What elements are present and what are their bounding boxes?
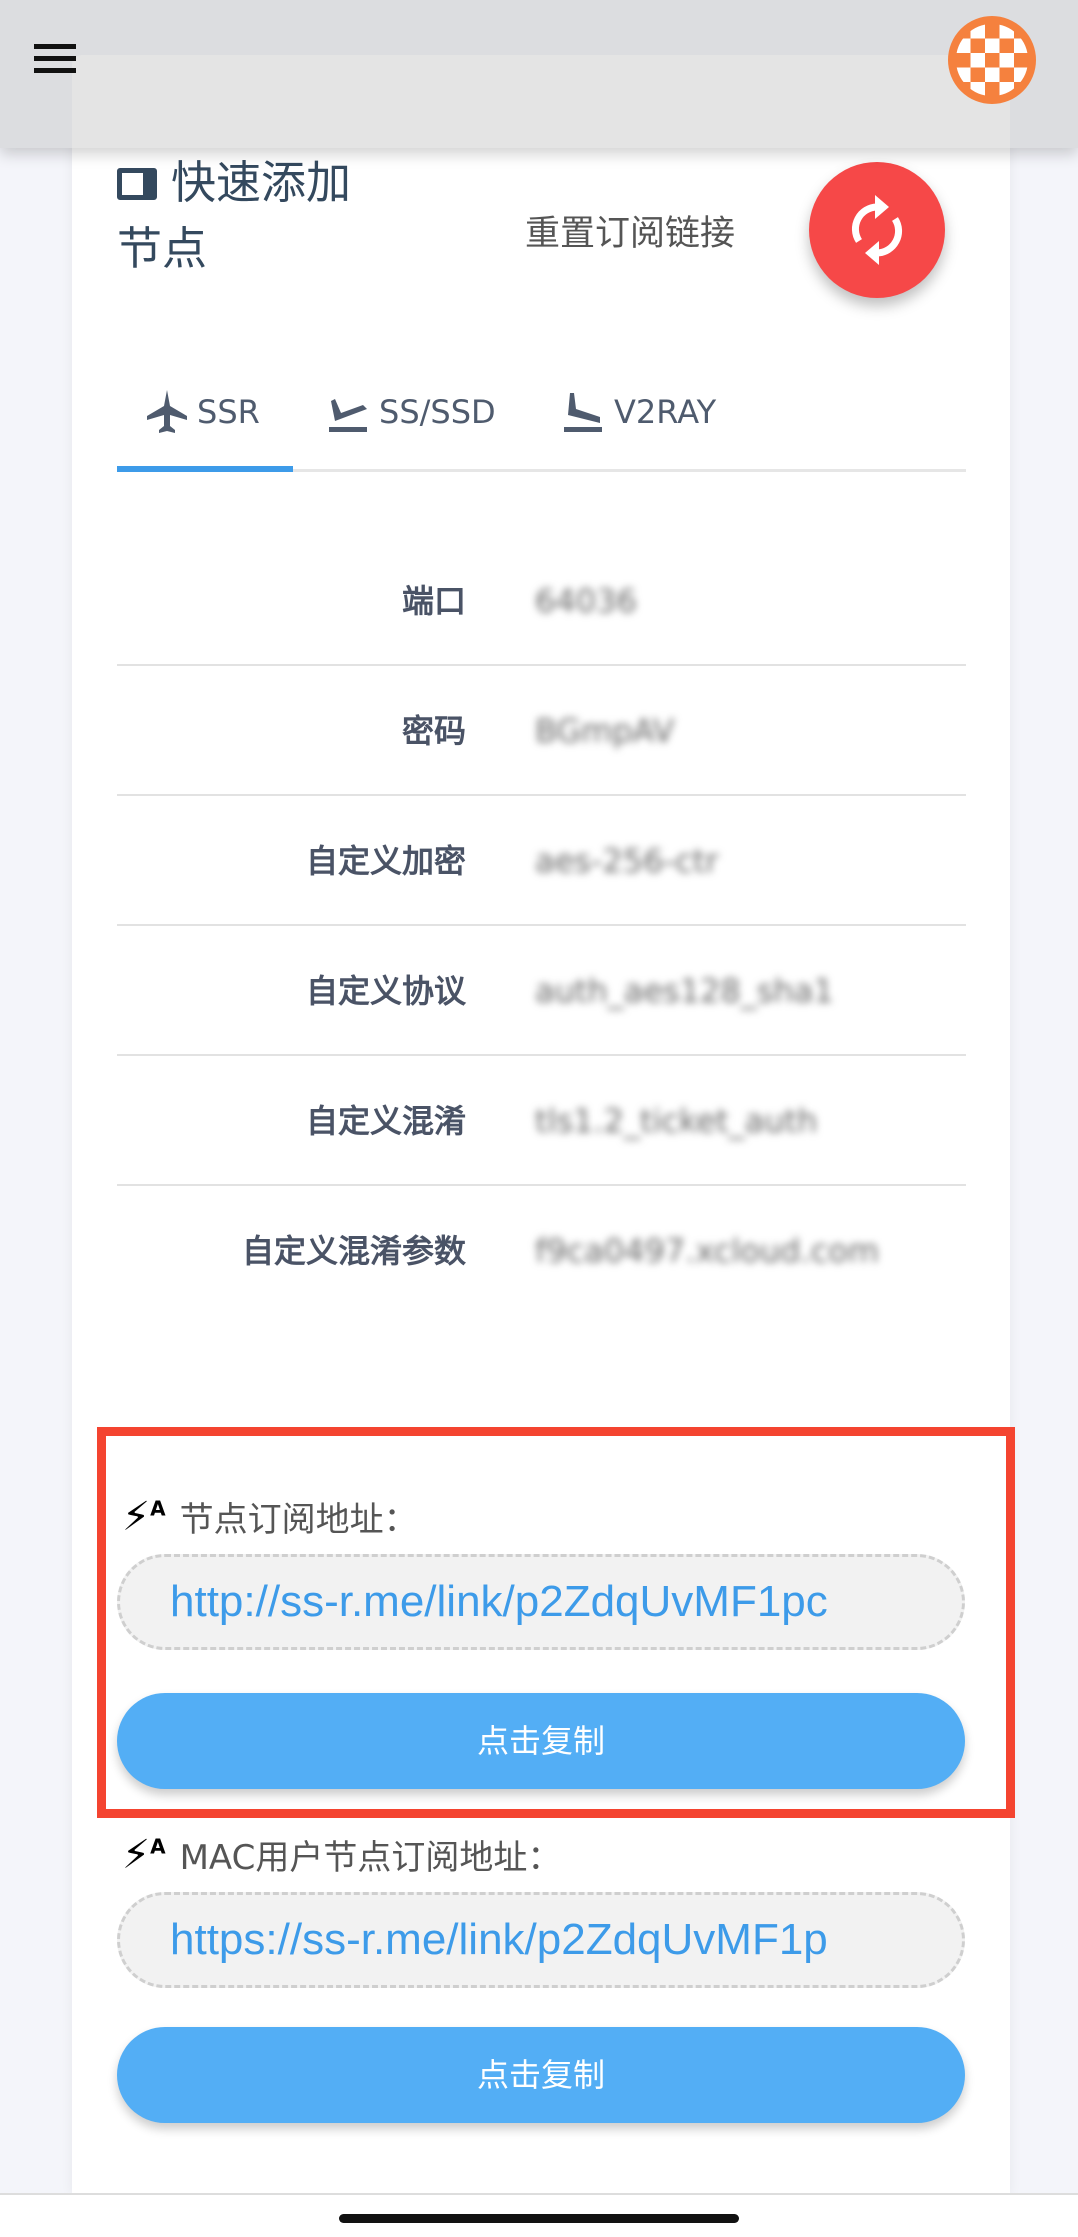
tab-ss-ssd[interactable]: SS/SSD [327,382,496,442]
mac-subscription-url-field[interactable]: https://ss-r.me/link/p2ZdqUvMF1p [117,1892,965,1988]
row-label: 端口 [401,582,466,620]
protocol-tabs: SSR SS/SSD V2RAY [117,370,966,472]
reset-subscription-label: 重置订阅链接 [525,214,736,254]
label-text: MAC用户节点订阅地址： [179,1838,562,1878]
row-label: 自定义混淆 [305,1102,466,1140]
home-indicator[interactable] [339,2214,739,2223]
plane-icon [147,390,187,433]
detail-row-password: 密码 BGmpAV [117,666,966,796]
page-title: 快速添加节点 [117,150,377,282]
refresh-icon [851,195,903,265]
row-label: 自定义加密 [305,842,466,880]
reset-subscription-button[interactable] [809,162,945,298]
tab-label: V2RAY [614,393,717,431]
row-value: tls1.2_ticket_auth [535,1102,818,1140]
subscription-url-field[interactable]: http://ss-r.me/link/p2ZdqUvMF1pc [117,1554,965,1650]
plane-landing-icon [564,393,602,432]
devices-icon [117,168,157,200]
tab-label: SSR [197,393,260,431]
avatar[interactable] [948,16,1036,104]
tab-v2ray[interactable]: V2RAY [562,382,716,442]
plane-takeoff-icon [329,399,367,432]
detail-row-encryption: 自定义加密 aes-256-ctr [117,796,966,926]
row-value: BGmpAV [535,712,675,750]
row-value: aes-256-ctr [535,842,719,880]
label-text: 节点订阅地址： [179,1500,418,1540]
detail-row-port: 端口 64036 [117,536,966,666]
active-tab-indicator [117,466,293,472]
mac-subscription-label: ⚡A MAC用户节点订阅地址： [122,1830,561,1879]
detail-row-obfs-param: 自定义混淆参数 f9ca0497.xcloud.com [117,1186,966,1316]
top-app-bar [0,0,1078,148]
row-label: 自定义协议 [305,972,466,1010]
subscription-label: ⚡A 节点订阅地址： [122,1492,418,1541]
detail-row-obfs: 自定义混淆 tls1.2_ticket_auth [117,1056,966,1186]
flash-auto-icon: ⚡A [122,1831,166,1878]
tab-ssr[interactable]: SSR [147,382,260,442]
flash-auto-icon: ⚡A [122,1493,166,1540]
copy-subscription-button[interactable]: 点击复制 [117,1693,965,1789]
row-label: 密码 [401,712,466,750]
detail-row-protocol: 自定义协议 auth_aes128_sha1 [117,926,966,1056]
copy-mac-subscription-button[interactable]: 点击复制 [117,2027,965,2123]
row-value: f9ca0497.xcloud.com [535,1232,879,1270]
row-value: 64036 [535,582,637,620]
row-value: auth_aes128_sha1 [535,972,834,1010]
header-overlay [72,55,1010,148]
tab-label: SS/SSD [379,393,496,431]
hamburger-icon[interactable] [34,44,76,76]
row-label: 自定义混淆参数 [241,1232,466,1270]
